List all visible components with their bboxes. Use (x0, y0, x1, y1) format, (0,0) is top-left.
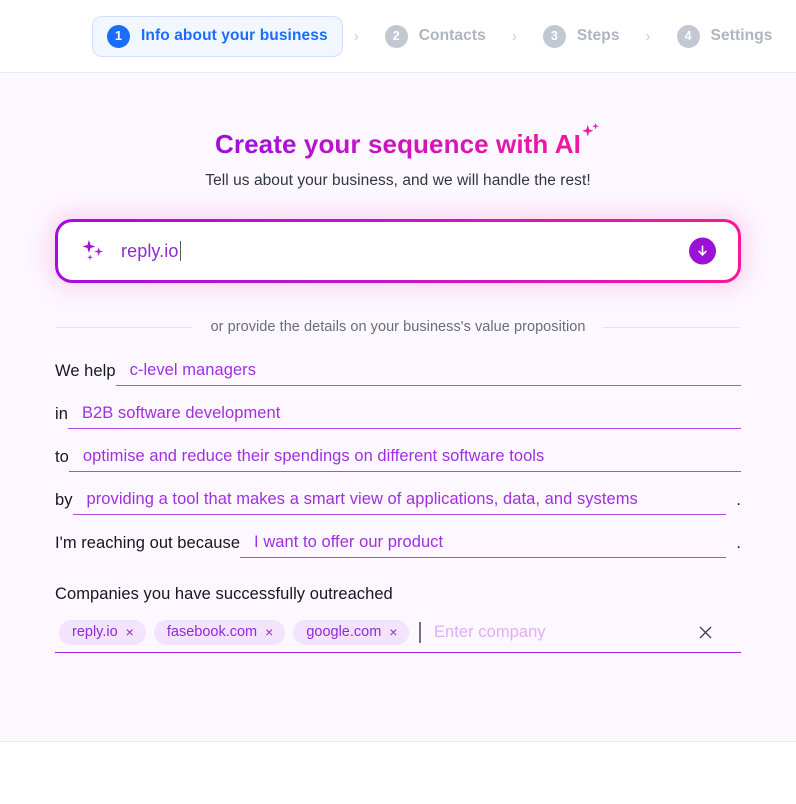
sequence-builder-window: 1 Info about your business › 2 Contacts … (0, 0, 796, 804)
company-input-placeholder[interactable]: Enter company (429, 623, 687, 642)
ai-submit-button[interactable] (689, 237, 716, 265)
solution-input[interactable]: providing a tool that makes a smart view… (72, 490, 727, 515)
ai-prompt-value-wrapper: reply.io (121, 240, 181, 262)
company-chip[interactable]: fasebook.com × (153, 620, 286, 645)
close-icon (699, 626, 711, 639)
company-chip[interactable]: google.com × (293, 620, 410, 645)
page-title-text: Create your sequence with AI (215, 129, 581, 159)
step-label: Contacts (418, 27, 486, 44)
row-prefix-label: by (55, 491, 73, 509)
divider-line-left (57, 326, 193, 328)
divider-line-right (603, 326, 740, 328)
clear-companies-button[interactable] (695, 623, 715, 643)
audience-input[interactable]: c-level managers (115, 361, 741, 386)
arrow-down-icon (698, 245, 707, 256)
form-row-in: in B2B software development (55, 404, 741, 429)
row-prefix-label: to (55, 448, 69, 466)
row-prefix-label: We help (55, 362, 116, 380)
step-number-badge: 1 (107, 24, 130, 48)
text-cursor (419, 622, 421, 643)
page-subtitle: Tell us about your business, and we will… (205, 172, 591, 189)
companies-label: Companies you have successfully outreach… (55, 585, 393, 603)
company-chip-label: google.com (306, 624, 382, 640)
step-label: Settings (710, 27, 773, 44)
reason-input[interactable]: I want to offer our product (240, 533, 727, 558)
step-settings[interactable]: 4 Settings (662, 16, 788, 57)
step-number-badge: 3 (542, 24, 566, 48)
step-separator-icon: › (511, 27, 517, 45)
row-period: . (736, 534, 741, 552)
row-period: . (736, 491, 741, 509)
stepper-nav: 1 Info about your business › 2 Contacts … (0, 0, 796, 73)
row-prefix-label: in (55, 405, 68, 423)
sparkles-icon (582, 122, 599, 137)
hero-section: Create your sequence with AI Tell us abo… (55, 73, 741, 190)
or-divider: or provide the details on your business'… (55, 319, 741, 335)
step-number-badge: 4 (676, 24, 700, 48)
remove-chip-icon[interactable]: × (389, 625, 397, 639)
ai-prompt-input[interactable]: reply.io (58, 222, 738, 280)
goal-input[interactable]: optimise and reduce their spendings on d… (68, 447, 741, 472)
form-row-we-help: We help c-level managers (55, 361, 741, 386)
industry-input[interactable]: B2B software development (67, 404, 741, 429)
step-label: Steps (576, 27, 620, 44)
company-chip-label: reply.io (72, 624, 118, 640)
ai-sequence-panel: Create your sequence with AI Tell us abo… (0, 73, 796, 742)
step-number-badge: 2 (384, 24, 408, 48)
form-row-to: to optimise and reduce their spendings o… (55, 447, 741, 472)
step-label: Info about your business (141, 27, 328, 44)
form-row-by: by providing a tool that makes a smart v… (55, 490, 741, 515)
row-prefix-label: I'm reaching out because (55, 534, 241, 552)
ai-prompt-value: reply.io (121, 240, 179, 261)
divider-text: or provide the details on your business'… (210, 319, 586, 335)
company-chip[interactable]: reply.io × (59, 620, 146, 645)
ai-prompt-container: reply.io (55, 219, 741, 283)
remove-chip-icon[interactable]: × (126, 625, 134, 639)
footer-strip (0, 742, 796, 803)
company-chip-label: fasebook.com (166, 624, 258, 640)
value-proposition-form: We help c-level managers in B2B software… (55, 361, 741, 558)
text-cursor (179, 240, 181, 261)
remove-chip-icon[interactable]: × (265, 625, 273, 639)
step-separator-icon: › (353, 27, 359, 45)
step-contacts[interactable]: 2 Contacts (370, 16, 501, 57)
sparkles-icon (82, 239, 104, 260)
step-info-about-your-business[interactable]: 1 Info about your business (92, 15, 343, 57)
step-steps[interactable]: 3 Steps (528, 16, 635, 57)
form-row-reaching-out: I'm reaching out because I want to offer… (55, 533, 741, 558)
step-separator-icon: › (645, 27, 651, 45)
companies-input-field[interactable]: reply.io × fasebook.com × google.com × E… (55, 620, 741, 653)
page-title: Create your sequence with AI (215, 122, 599, 160)
